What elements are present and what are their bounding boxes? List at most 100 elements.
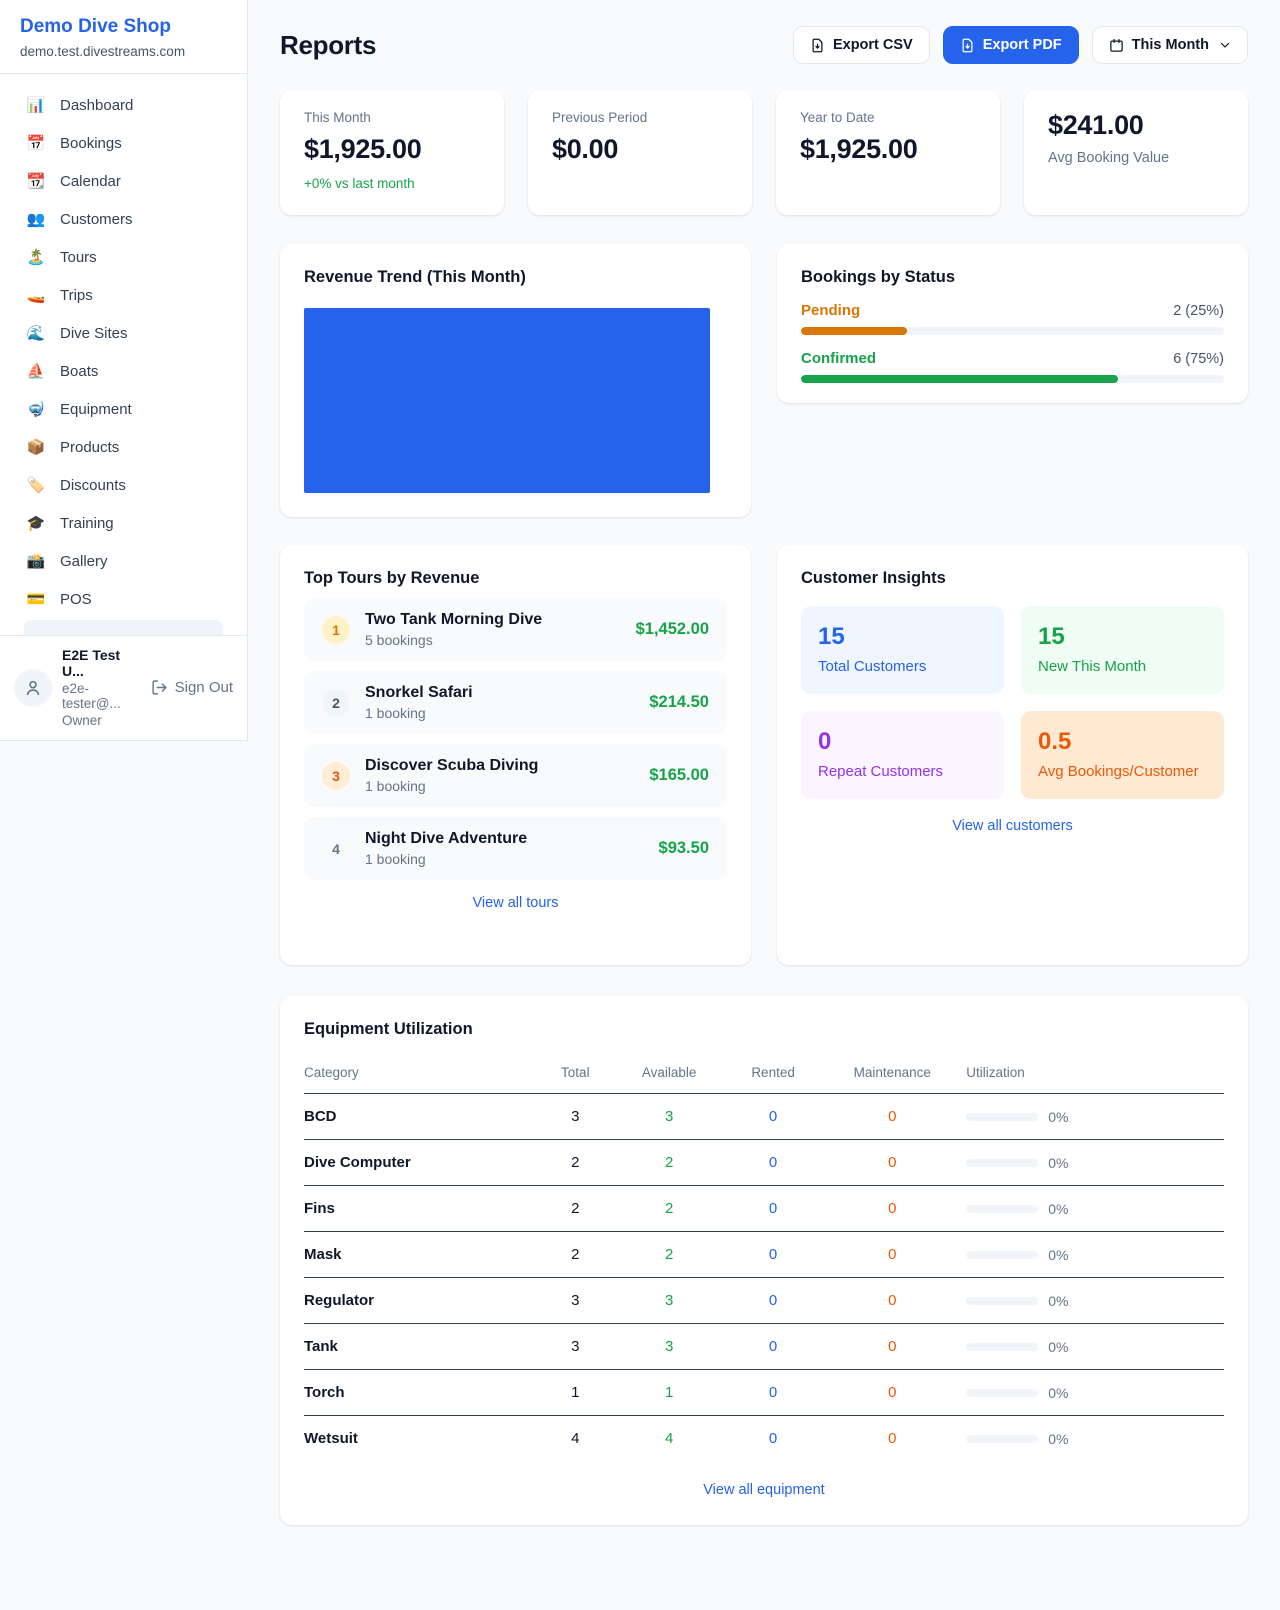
- tour-bookings: 5 bookings: [365, 632, 542, 648]
- status-row-pending: Pending 2 (25%): [801, 302, 1224, 335]
- status-label: Pending: [801, 302, 860, 319]
- sidebar-item-bookings[interactable]: 📅 Bookings: [12, 124, 235, 162]
- cell-rented: 0: [720, 1186, 827, 1232]
- sidebar-item-boats[interactable]: ⛵ Boats: [12, 352, 235, 390]
- tile-value: 15: [818, 623, 987, 651]
- rank-badge: 1: [322, 616, 350, 644]
- sidebar-item-reports-partial[interactable]: [24, 620, 223, 635]
- charts-row: Revenue Trend (This Month) Bookings by S…: [280, 244, 1248, 517]
- cell-total: 4: [532, 1416, 618, 1462]
- view-all-equipment-link[interactable]: View all equipment: [304, 1482, 1224, 1498]
- cell-available: 2: [618, 1232, 719, 1278]
- cell-total: 3: [532, 1094, 618, 1140]
- tour-row[interactable]: 3 Discover Scuba Diving 1 booking $165.0…: [304, 744, 727, 807]
- cell-utilization: 0%: [958, 1324, 1224, 1370]
- sidebar-item-dashboard[interactable]: 📊 Dashboard: [12, 86, 235, 124]
- tour-revenue: $93.50: [659, 839, 709, 858]
- cell-maintenance: 0: [826, 1324, 958, 1370]
- export-csv-button[interactable]: Export CSV: [793, 26, 930, 64]
- sidebar-item-gallery[interactable]: 📸 Gallery: [12, 542, 235, 580]
- cell-rented: 0: [720, 1324, 827, 1370]
- tour-revenue: $165.00: [649, 766, 709, 785]
- sidebar-item-customers[interactable]: 👥 Customers: [12, 200, 235, 238]
- utilization-bar: [966, 1159, 1038, 1167]
- sidebar-item-label: Training: [60, 515, 114, 532]
- shop-brand[interactable]: Demo Dive Shop demo.test.divestreams.com: [0, 0, 247, 73]
- insight-tile-avg-bookings: 0.5 Avg Bookings/Customer: [1021, 711, 1224, 799]
- progress-fill: [801, 375, 1118, 383]
- diving-mask-icon: 🤿: [26, 400, 46, 418]
- progress-track: [801, 375, 1224, 383]
- col-total: Total: [532, 1055, 618, 1094]
- sidebar-item-trips[interactable]: 🚤 Trips: [12, 276, 235, 314]
- cell-maintenance: 0: [826, 1094, 958, 1140]
- sign-out-label: Sign Out: [175, 679, 233, 696]
- stat-label: This Month: [304, 110, 480, 125]
- cell-utilization: 0%: [958, 1094, 1224, 1140]
- sidebar-item-label: Tours: [60, 249, 97, 266]
- user-email: e2e-tester@...: [62, 681, 141, 711]
- cell-category: Wetsuit: [304, 1416, 532, 1462]
- sidebar-item-discounts[interactable]: 🏷️ Discounts: [12, 466, 235, 504]
- insight-tile-total-customers: 15 Total Customers: [801, 606, 1004, 694]
- tour-name: Snorkel Safari: [365, 684, 473, 702]
- tag-icon: 🏷️: [26, 476, 46, 494]
- cell-category: Torch: [304, 1370, 532, 1416]
- user-role: Owner: [62, 713, 141, 728]
- progress-fill: [801, 327, 907, 335]
- calendar-icon: 📅: [26, 134, 46, 152]
- sign-out-button[interactable]: Sign Out: [151, 679, 233, 696]
- file-download-icon: [810, 38, 825, 53]
- cell-category: Dive Computer: [304, 1140, 532, 1186]
- sidebar-item-equipment[interactable]: 🤿 Equipment: [12, 390, 235, 428]
- page-header: Reports Export CSV Export PDF This Month: [280, 26, 1248, 64]
- utilization-percent: 0%: [1048, 1431, 1068, 1447]
- sidebar-item-dive-sites[interactable]: 🌊 Dive Sites: [12, 314, 235, 352]
- utilization-percent: 0%: [1048, 1201, 1068, 1217]
- customer-insights-card: Customer Insights 15 Total Customers 15 …: [777, 545, 1248, 965]
- sidebar-item-tours[interactable]: 🏝️ Tours: [12, 238, 235, 276]
- tile-label: New This Month: [1038, 658, 1207, 675]
- col-utilization: Utilization: [958, 1055, 1224, 1094]
- stat-value: $1,925.00: [304, 134, 480, 165]
- tour-row[interactable]: 2 Snorkel Safari 1 booking $214.50: [304, 671, 727, 734]
- cell-maintenance: 0: [826, 1140, 958, 1186]
- rank-badge: 2: [322, 689, 350, 717]
- utilization-percent: 0%: [1048, 1247, 1068, 1263]
- sidebar-item-label: Dashboard: [60, 97, 133, 114]
- sidebar-item-label: Customers: [60, 211, 133, 228]
- view-all-customers-link[interactable]: View all customers: [801, 818, 1224, 834]
- table-row: Wetsuit 4 4 0 0 0%: [304, 1416, 1224, 1462]
- cell-maintenance: 0: [826, 1186, 958, 1232]
- cell-utilization: 0%: [958, 1370, 1224, 1416]
- equipment-utilization-title: Equipment Utilization: [304, 1020, 1224, 1039]
- sidebar-item-pos[interactable]: 💳 POS: [12, 580, 235, 618]
- export-csv-label: Export CSV: [833, 37, 913, 53]
- status-value: 6 (75%): [1173, 351, 1224, 367]
- tour-bookings: 1 booking: [365, 778, 538, 794]
- insight-tile-new-this-month: 15 New This Month: [1021, 606, 1224, 694]
- sidebar-item-products[interactable]: 📦 Products: [12, 428, 235, 466]
- cell-total: 3: [532, 1278, 618, 1324]
- cell-category: Tank: [304, 1324, 532, 1370]
- sidebar-item-label: Gallery: [60, 553, 108, 570]
- speedboat-icon: 🚤: [26, 286, 46, 304]
- utilization-percent: 0%: [1048, 1155, 1068, 1171]
- tour-row[interactable]: 1 Two Tank Morning Dive 5 bookings $1,45…: [304, 598, 727, 661]
- tour-row[interactable]: 4 Night Dive Adventure 1 booking $93.50: [304, 817, 727, 880]
- tearoff-calendar-icon: 📆: [26, 172, 46, 190]
- equipment-utilization-card: Equipment Utilization Category Total Ava…: [280, 996, 1248, 1525]
- period-dropdown[interactable]: This Month: [1092, 26, 1248, 64]
- stat-card-avg-booking-value: $241.00 Avg Booking Value: [1024, 90, 1248, 215]
- cell-available: 3: [618, 1278, 719, 1324]
- table-row: Dive Computer 2 2 0 0 0%: [304, 1140, 1224, 1186]
- stat-label: Year to Date: [800, 110, 976, 125]
- tour-name: Night Dive Adventure: [365, 830, 527, 848]
- export-pdf-button[interactable]: Export PDF: [943, 26, 1079, 64]
- cell-total: 1: [532, 1370, 618, 1416]
- revenue-trend-bar: [304, 308, 710, 493]
- insight-tile-repeat-customers: 0 Repeat Customers: [801, 711, 1004, 799]
- view-all-tours-link[interactable]: View all tours: [304, 895, 727, 911]
- sidebar-item-training[interactable]: 🎓 Training: [12, 504, 235, 542]
- sidebar-item-calendar[interactable]: 📆 Calendar: [12, 162, 235, 200]
